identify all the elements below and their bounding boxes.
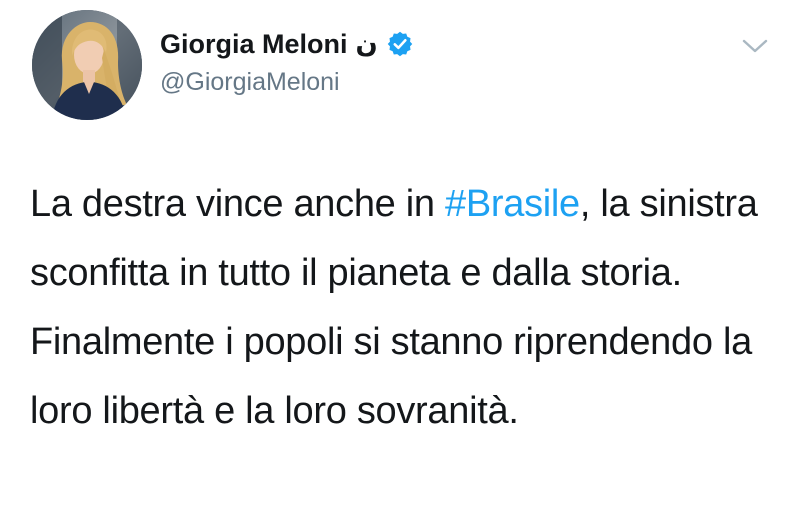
- hashtag-link[interactable]: #Brasile: [445, 183, 580, 225]
- tweet-text: La destra vince anche in #Brasile, la si…: [30, 170, 770, 446]
- tweet-text-part-1: La destra vince anche in: [30, 183, 445, 225]
- avatar-image: [32, 10, 142, 120]
- avatar[interactable]: [32, 10, 142, 120]
- user-handle[interactable]: @GiorgiaMeloni: [160, 68, 414, 97]
- name-row: Giorgia Meloni ن: [160, 24, 414, 64]
- tweet-card: Giorgia Meloni ن @GiorgiaMeloni La destr…: [0, 0, 800, 507]
- tweet-header: Giorgia Meloni ن @GiorgiaMeloni: [160, 24, 414, 97]
- display-name[interactable]: Giorgia Meloni: [160, 29, 348, 60]
- verified-badge-icon: [386, 30, 414, 58]
- chevron-down-icon[interactable]: [738, 34, 772, 58]
- name-suffix: ن: [355, 29, 378, 59]
